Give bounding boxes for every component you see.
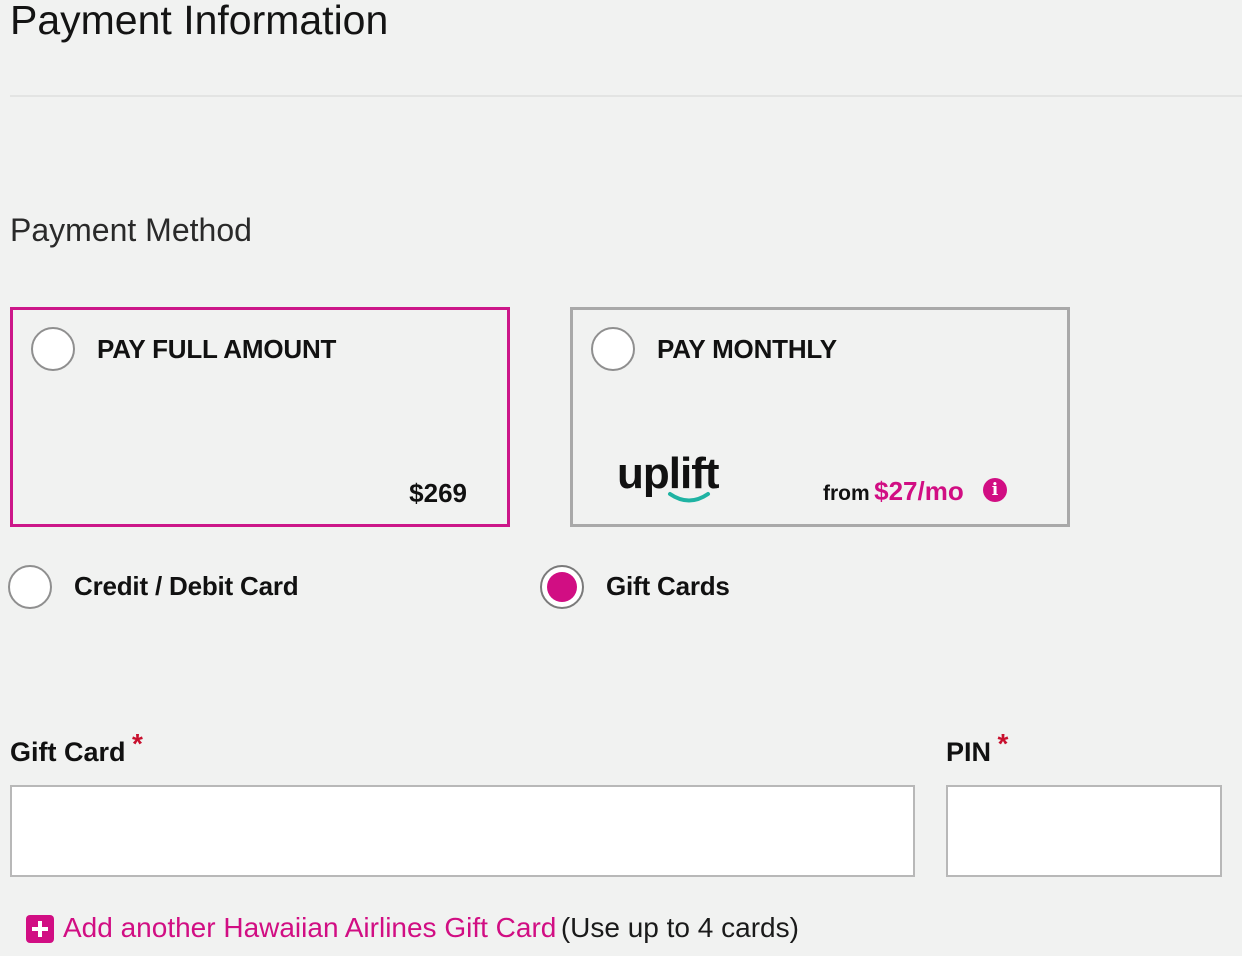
pay-full-amount-option[interactable]: PAY FULL AMOUNT $269 xyxy=(10,307,510,527)
add-gift-card-link[interactable]: Add another Hawaiian Airlines Gift Card xyxy=(63,912,556,943)
payment-method-heading: Payment Method xyxy=(10,212,252,248)
pin-label: PIN xyxy=(946,737,992,767)
gift-card-input[interactable] xyxy=(10,785,915,877)
credit-card-label: Credit / Debit Card xyxy=(74,571,299,601)
credit-card-radio-icon[interactable] xyxy=(8,565,52,609)
pay-monthly-label: PAY MONTHLY xyxy=(657,334,837,364)
pin-field-label: PIN * xyxy=(946,728,1008,769)
info-icon[interactable]: i xyxy=(983,478,1007,502)
gift-cards-radio-icon[interactable] xyxy=(540,565,584,609)
monthly-price: from $27/mo xyxy=(823,476,964,507)
required-asterisk: * xyxy=(131,728,143,759)
uplift-smile-icon xyxy=(668,492,710,503)
gift-cards-label: Gift Cards xyxy=(606,571,730,601)
plus-icon-glyph xyxy=(32,921,48,937)
selected-dot-icon xyxy=(547,572,577,602)
card-limit-note: (Use up to 4 cards) xyxy=(560,912,799,943)
gift-card-field-label: Gift Card * xyxy=(10,728,143,769)
pay-monthly-option[interactable]: PAY MONTHLY uplift from $27/mo i xyxy=(570,307,1070,527)
page-title: Payment Information xyxy=(10,0,389,43)
gift-card-label: Gift Card xyxy=(10,737,126,767)
pin-input[interactable] xyxy=(946,785,1222,877)
plus-icon[interactable] xyxy=(26,915,54,943)
uplift-logo: uplift xyxy=(617,450,720,503)
add-card-row: Add another Hawaiian Airlines Gift Card … xyxy=(63,911,799,945)
required-asterisk: * xyxy=(997,728,1009,759)
pay-full-radio-icon[interactable] xyxy=(31,327,75,371)
pay-full-label: PAY FULL AMOUNT xyxy=(97,334,337,364)
full-price: $269 xyxy=(409,478,467,508)
monthly-amount: $27/mo xyxy=(874,476,964,506)
title-divider xyxy=(10,95,1242,97)
from-label: from xyxy=(823,482,870,505)
pay-monthly-radio-icon[interactable] xyxy=(591,327,635,371)
